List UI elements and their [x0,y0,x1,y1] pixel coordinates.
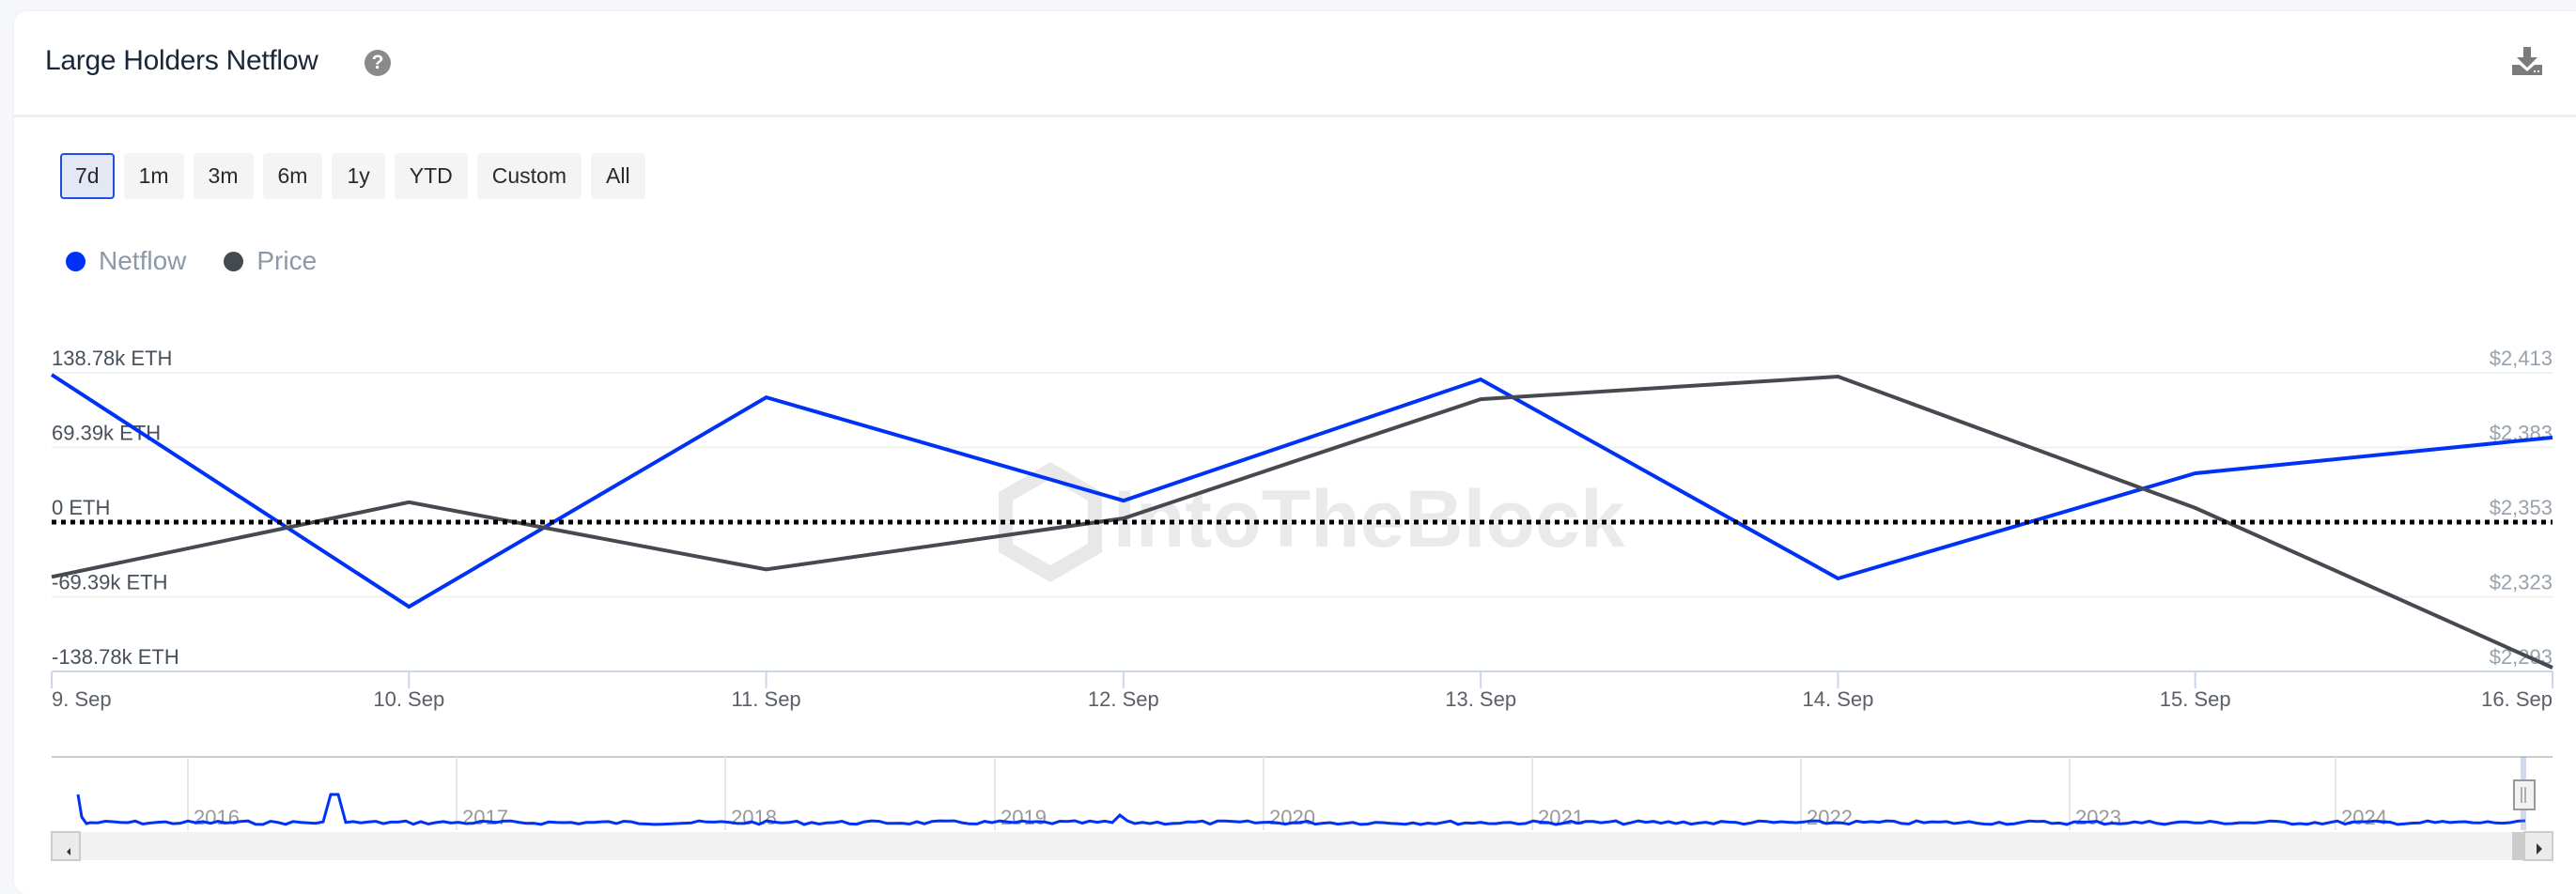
data-point-netflow[interactable] [1478,377,1483,382]
navigator-year-label: 2022 [1807,806,1853,829]
navigator-handle[interactable] [2513,779,2536,810]
navigator-year-label: 2016 [194,806,240,829]
x-axis-tick-label: 13. Sep [1445,687,1516,711]
navigator-year-label: 2024 [2341,806,2387,829]
y-right-tick-label: $2,353 [2490,496,2553,519]
data-point-netflow[interactable] [1835,576,1840,581]
navigator-year-label: 2018 [731,806,777,829]
data-point-netflow[interactable] [49,372,54,378]
data-point-netflow[interactable] [764,394,769,400]
data-point-price[interactable] [2550,665,2555,670]
x-axis-tick-label: 15. Sep [2160,687,2231,711]
x-axis-tick-label: 12. Sep [1088,687,1159,711]
navigator-year-label: 2017 [462,806,508,829]
x-axis-tick-label: 14. Sep [1803,687,1874,711]
navigator-year-label: 2021 [1538,806,1584,829]
data-point-netflow[interactable] [406,604,411,609]
data-point-price[interactable] [764,566,769,572]
data-point-netflow[interactable] [1121,498,1126,503]
scroll-left-button[interactable] [51,831,81,861]
data-point-price[interactable] [2193,505,2198,511]
y-left-tick-label: 138.78k ETH [52,347,172,370]
watermark-text: IntoTheBlock [1113,474,1625,564]
y-right-tick-label: $2,413 [2490,347,2553,370]
data-point-price[interactable] [1835,374,1840,379]
navigator-scrollbar-track[interactable] [52,832,2553,860]
data-point-price[interactable] [406,500,411,505]
chart-area: IntoTheBlock138.78k ETH69.39k ETH0 ETH-6… [49,347,2555,861]
y-left-tick-label: 0 ETH [52,496,110,519]
navigator-year-label: 2023 [2075,806,2121,829]
x-axis-tick-label: 10. Sep [373,687,444,711]
x-axis-tick-label: 9. Sep [52,687,112,711]
data-point-price[interactable] [1478,396,1483,402]
navigator-year-label: 2020 [1269,806,1315,829]
data-point-netflow[interactable] [2550,435,2555,440]
x-axis-tick-label: 16. Sep [2481,687,2553,711]
y-left-tick-label: -138.78k ETH [52,645,179,669]
navigator-year-label: 2019 [1001,806,1047,829]
y-right-tick-label: $2,323 [2490,571,2553,594]
x-axis-tick-label: 11. Sep [731,687,800,711]
data-point-price[interactable] [49,574,54,579]
data-point-netflow[interactable] [2193,470,2198,476]
